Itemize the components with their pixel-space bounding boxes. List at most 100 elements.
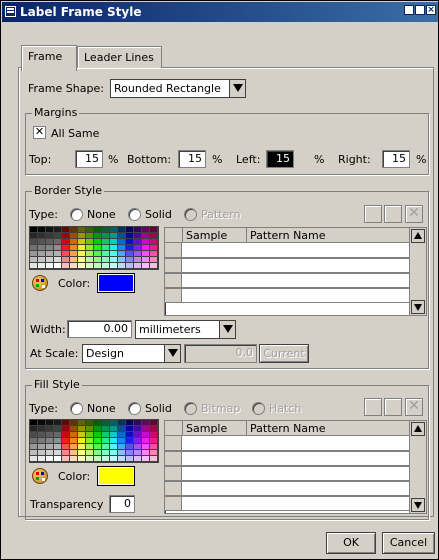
- ok-button[interactable]: OK: [326, 532, 376, 554]
- all-same-checkbox[interactable]: ✕: [33, 126, 46, 139]
- fill-type-none-radio[interactable]: [70, 402, 83, 415]
- tab-frame[interactable]: Frame: [21, 45, 77, 71]
- dialog-window: Label Frame Style × Frame Leader Lines F…: [0, 0, 439, 560]
- width-unit-select[interactable]: millimeters: [135, 320, 236, 339]
- color-cell[interactable]: [54, 456, 62, 462]
- color-cell[interactable]: [78, 456, 86, 462]
- scroll-down-icon[interactable]: [411, 498, 425, 512]
- width-label: Width:: [30, 323, 66, 336]
- current-button[interactable]: Current: [259, 344, 309, 363]
- color-cell[interactable]: [46, 263, 54, 269]
- color-cell[interactable]: [94, 456, 102, 462]
- sample-column-header[interactable]: Sample: [183, 421, 247, 436]
- color-cell[interactable]: [62, 263, 70, 269]
- table-row[interactable]: [165, 288, 409, 303]
- fill-type-solid-label: Solid: [145, 402, 172, 415]
- maximize-icon[interactable]: [415, 5, 425, 15]
- color-cell[interactable]: [118, 456, 126, 462]
- color-cell[interactable]: [46, 456, 54, 462]
- sample-column-header[interactable]: Sample: [183, 228, 247, 243]
- color-cell[interactable]: [30, 263, 38, 269]
- pattern-name-column-header[interactable]: Pattern Name: [247, 228, 411, 243]
- color-cell[interactable]: [54, 263, 62, 269]
- fill-pattern-grid[interactable]: Sample Pattern Name: [164, 420, 427, 514]
- table-row[interactable]: [165, 273, 409, 288]
- color-cell[interactable]: [142, 456, 150, 462]
- scale-number-input[interactable]: 0.0: [184, 344, 257, 363]
- bottom-margin-input[interactable]: 15: [178, 150, 206, 168]
- color-palette-icon[interactable]: [32, 275, 48, 291]
- edit-pattern-icon[interactable]: [384, 205, 402, 223]
- fill-type-hatch-radio[interactable]: [252, 402, 265, 415]
- right-margin-input[interactable]: 15: [382, 150, 410, 168]
- delete-fill-icon[interactable]: ✕: [405, 398, 423, 416]
- table-row[interactable]: [165, 243, 409, 258]
- color-cell[interactable]: [102, 456, 110, 462]
- fill-color-palette[interactable]: [29, 419, 159, 463]
- close-icon[interactable]: ×: [426, 5, 436, 15]
- color-cell[interactable]: [86, 456, 94, 462]
- transparency-input[interactable]: 0: [109, 495, 135, 513]
- color-cell[interactable]: [70, 456, 78, 462]
- table-row[interactable]: [165, 258, 409, 273]
- color-cell[interactable]: [86, 263, 94, 269]
- fill-grid-scrollbar[interactable]: [409, 421, 426, 513]
- border-type-pattern-radio[interactable]: [184, 208, 197, 221]
- table-row[interactable]: [165, 451, 409, 466]
- chevron-down-icon[interactable]: [219, 321, 235, 338]
- border-color-palette[interactable]: [29, 226, 159, 270]
- table-row[interactable]: [165, 436, 409, 451]
- color-cell[interactable]: [134, 263, 142, 269]
- system-menu-icon[interactable]: [5, 6, 16, 17]
- table-row[interactable]: [165, 481, 409, 496]
- fill-type-bitmap-radio[interactable]: [184, 402, 197, 415]
- pattern-name-column-header[interactable]: Pattern Name: [247, 421, 411, 436]
- top-margin-input[interactable]: 15: [75, 150, 103, 168]
- color-cell[interactable]: [78, 263, 86, 269]
- scroll-up-icon[interactable]: [411, 422, 425, 436]
- cancel-button[interactable]: Cancel: [382, 532, 435, 554]
- color-cell[interactable]: [134, 456, 142, 462]
- color-cell[interactable]: [110, 456, 118, 462]
- color-cell[interactable]: [30, 456, 38, 462]
- minimize-icon[interactable]: [404, 5, 414, 15]
- color-cell[interactable]: [150, 263, 158, 269]
- color-cell[interactable]: [110, 263, 118, 269]
- border-type-none-label: None: [87, 208, 116, 221]
- title-bar[interactable]: Label Frame Style ×: [2, 2, 438, 22]
- frame-shape-select[interactable]: Rounded Rectangle: [110, 79, 246, 98]
- scroll-up-icon[interactable]: [411, 229, 425, 243]
- edit-fill-icon[interactable]: [384, 398, 402, 416]
- color-cell[interactable]: [118, 263, 126, 269]
- color-cell[interactable]: [38, 263, 46, 269]
- border-grid-scrollbar[interactable]: [409, 228, 426, 315]
- tab-leader-lines[interactable]: Leader Lines: [77, 46, 162, 68]
- color-cell[interactable]: [38, 456, 46, 462]
- width-input[interactable]: 0.00: [67, 320, 132, 338]
- border-type-solid-radio[interactable]: [128, 208, 141, 221]
- color-cell[interactable]: [102, 263, 110, 269]
- table-row[interactable]: [165, 496, 409, 511]
- color-palette-icon[interactable]: [32, 468, 48, 484]
- color-cell[interactable]: [142, 263, 150, 269]
- table-row[interactable]: [165, 466, 409, 481]
- border-type-none-radio[interactable]: [70, 208, 83, 221]
- fill-color-swatch[interactable]: [97, 466, 135, 486]
- new-fill-icon[interactable]: [364, 398, 382, 416]
- color-cell[interactable]: [126, 263, 134, 269]
- fill-type-solid-radio[interactable]: [128, 402, 141, 415]
- color-cell[interactable]: [70, 263, 78, 269]
- color-cell[interactable]: [62, 456, 70, 462]
- scale-select[interactable]: Design: [82, 344, 181, 363]
- border-color-swatch[interactable]: [97, 273, 135, 293]
- color-cell[interactable]: [94, 263, 102, 269]
- border-pattern-grid[interactable]: Sample Pattern Name: [164, 227, 427, 316]
- color-cell[interactable]: [150, 456, 158, 462]
- delete-pattern-icon[interactable]: ✕: [405, 205, 423, 223]
- scroll-down-icon[interactable]: [411, 300, 425, 314]
- color-cell[interactable]: [126, 456, 134, 462]
- chevron-down-icon[interactable]: [229, 80, 245, 97]
- chevron-down-icon[interactable]: [164, 345, 180, 362]
- left-margin-input[interactable]: 15: [266, 150, 294, 168]
- new-pattern-icon[interactable]: [364, 205, 382, 223]
